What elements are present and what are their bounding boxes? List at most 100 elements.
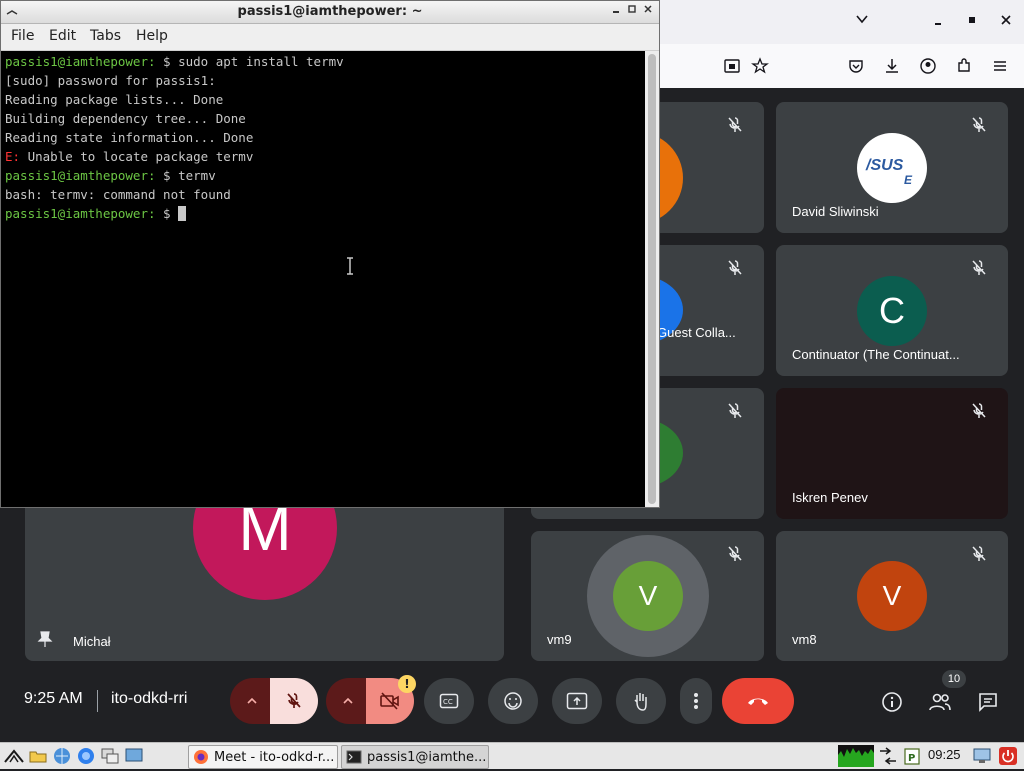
menu-tabs[interactable]: Tabs [90,28,121,44]
raise-hand-button[interactable] [616,678,666,724]
start-menu-icon[interactable] [4,746,24,766]
terminal-line: bash: termv: command not found [5,185,231,204]
emoji-icon [504,692,522,710]
permissions-icon[interactable] [720,54,744,78]
captions-button[interactable]: CC [424,678,474,724]
mic-off-icon [972,403,986,418]
extensions-icon[interactable] [952,54,976,78]
terminal-text: Building dependency tree... Done [5,111,246,126]
menu-help[interactable]: Help [136,28,168,44]
terminal-text: $ sudo apt install termv [155,54,344,69]
avatar: V [857,561,927,631]
network-icon[interactable] [878,746,898,766]
participant-tile[interactable]: C Continuator (The Continuat... [776,245,1008,376]
mic-toggle-button[interactable] [270,678,318,724]
terminal-text: Reading package lists... Done [5,92,224,107]
account-icon[interactable] [916,54,940,78]
chevron-up-icon [343,697,353,704]
video-options-button[interactable] [326,678,370,724]
participant-name: vm9 [547,632,572,647]
more-options-button[interactable] [680,678,712,724]
meeting-details-button[interactable] [880,690,904,714]
participant-name: Guest Colla... [657,325,736,340]
terminal-line: passis1@iamthepower: $ sudo apt install … [5,52,344,71]
warning-badge: ! [398,675,416,693]
audio-options-button[interactable] [230,678,274,724]
reactions-button[interactable] [488,678,538,724]
clipboard-icon[interactable]: P [902,746,922,766]
participant-tile[interactable]: V vm8 [776,531,1008,661]
terminal-line: passis1@iamthepower: $ termv [5,166,216,185]
bookmark-star-icon[interactable] [748,54,772,78]
meeting-time: 9:25 AM [24,690,83,707]
maximize-icon[interactable] [962,12,982,32]
maximize-icon[interactable] [625,4,639,18]
terminal-window[interactable]: passis1@iamthepower: ~ File Edit Tabs He… [0,0,660,508]
present-screen-icon [566,692,588,710]
svg-text:E: E [904,173,913,187]
info-icon [882,692,902,712]
chevron-up-icon [247,697,257,704]
cpu-monitor-graph [838,745,874,767]
terminal-text: $ termv [155,168,216,183]
close-icon[interactable] [641,4,655,18]
pocket-icon[interactable] [844,54,868,78]
people-count-badge: 10 [942,670,966,688]
web-browser-icon[interactable] [76,746,96,766]
participant-name: Continuator (The Continuat... [792,347,960,362]
window-switcher-icon[interactable] [100,746,120,766]
list-all-tabs-icon[interactable] [852,12,872,32]
downloads-icon[interactable] [880,54,904,78]
file-manager-icon[interactable] [28,746,48,766]
svg-text:CC: CC [443,698,453,706]
terminal-title: passis1@iamthepower: ~ [237,4,423,19]
terminal-output[interactable]: passis1@iamthepower: $ sudo apt install … [1,51,645,507]
menu-file[interactable]: File [11,28,34,44]
taskbar-item-label: Meet - ito-odkd-r... [214,749,335,765]
people-button[interactable] [928,690,952,714]
participant-tile[interactable]: V vm9 [531,531,764,661]
shell-prompt: passis1@iamthepower: [5,168,156,183]
hand-icon [634,693,647,711]
terminal-line: Reading package lists... Done [5,90,223,109]
taskbar-clock[interactable]: 09:25 [928,747,961,762]
pin-icon[interactable] [37,630,53,648]
browser-launcher-icon[interactable] [52,746,72,766]
text-cursor [178,206,187,221]
leave-call-button[interactable] [722,678,794,724]
taskbar-item-meet[interactable]: Meet - ito-odkd-r... [188,745,338,769]
desktop-icon[interactable] [124,746,144,766]
minimize-icon[interactable] [609,4,623,18]
terminal-titlebar[interactable]: passis1@iamthepower: ~ [1,1,659,24]
taskbar-item-label: passis1@iamthe... [367,749,487,765]
participant-tile[interactable]: /SUS E David Sliwinski [776,102,1008,233]
taskbar: Meet - ito-odkd-r... passis1@iamthe... P… [0,742,1024,769]
chat-icon [979,693,997,712]
firefox-icon [194,750,208,764]
taskbar-item-terminal[interactable]: passis1@iamthe... [341,745,489,769]
app-menu-icon[interactable] [988,54,1012,78]
more-vert-icon [694,693,698,709]
chat-button[interactable] [976,690,1000,714]
shell-prompt: passis1@iamthepower: [5,206,156,221]
camera-off-icon [380,692,399,710]
avatar: /SUS E [857,133,927,203]
terminal-text: bash: termv: command not found [5,187,231,202]
screen-lock-icon[interactable] [972,746,992,766]
error-prefix: E: [5,149,21,164]
terminal-text: $ [155,206,179,221]
participant-name: David Sliwinski [792,204,879,219]
power-icon[interactable] [998,746,1018,766]
participant-tile[interactable]: Iskren Penev [776,388,1008,519]
participant-name: vm8 [792,632,817,647]
close-icon[interactable] [996,12,1016,32]
terminal-text: [sudo] password for passis1: [5,73,216,88]
menu-edit[interactable]: Edit [49,28,76,44]
minimize-icon[interactable] [928,12,948,32]
terminal-scrollbar[interactable] [645,51,659,507]
captions-icon: CC [439,693,459,709]
terminal-line: Reading state information... Done [5,128,253,147]
present-button[interactable] [552,678,602,724]
scrollbar-thumb[interactable] [648,54,656,504]
mic-off-icon [972,546,986,561]
